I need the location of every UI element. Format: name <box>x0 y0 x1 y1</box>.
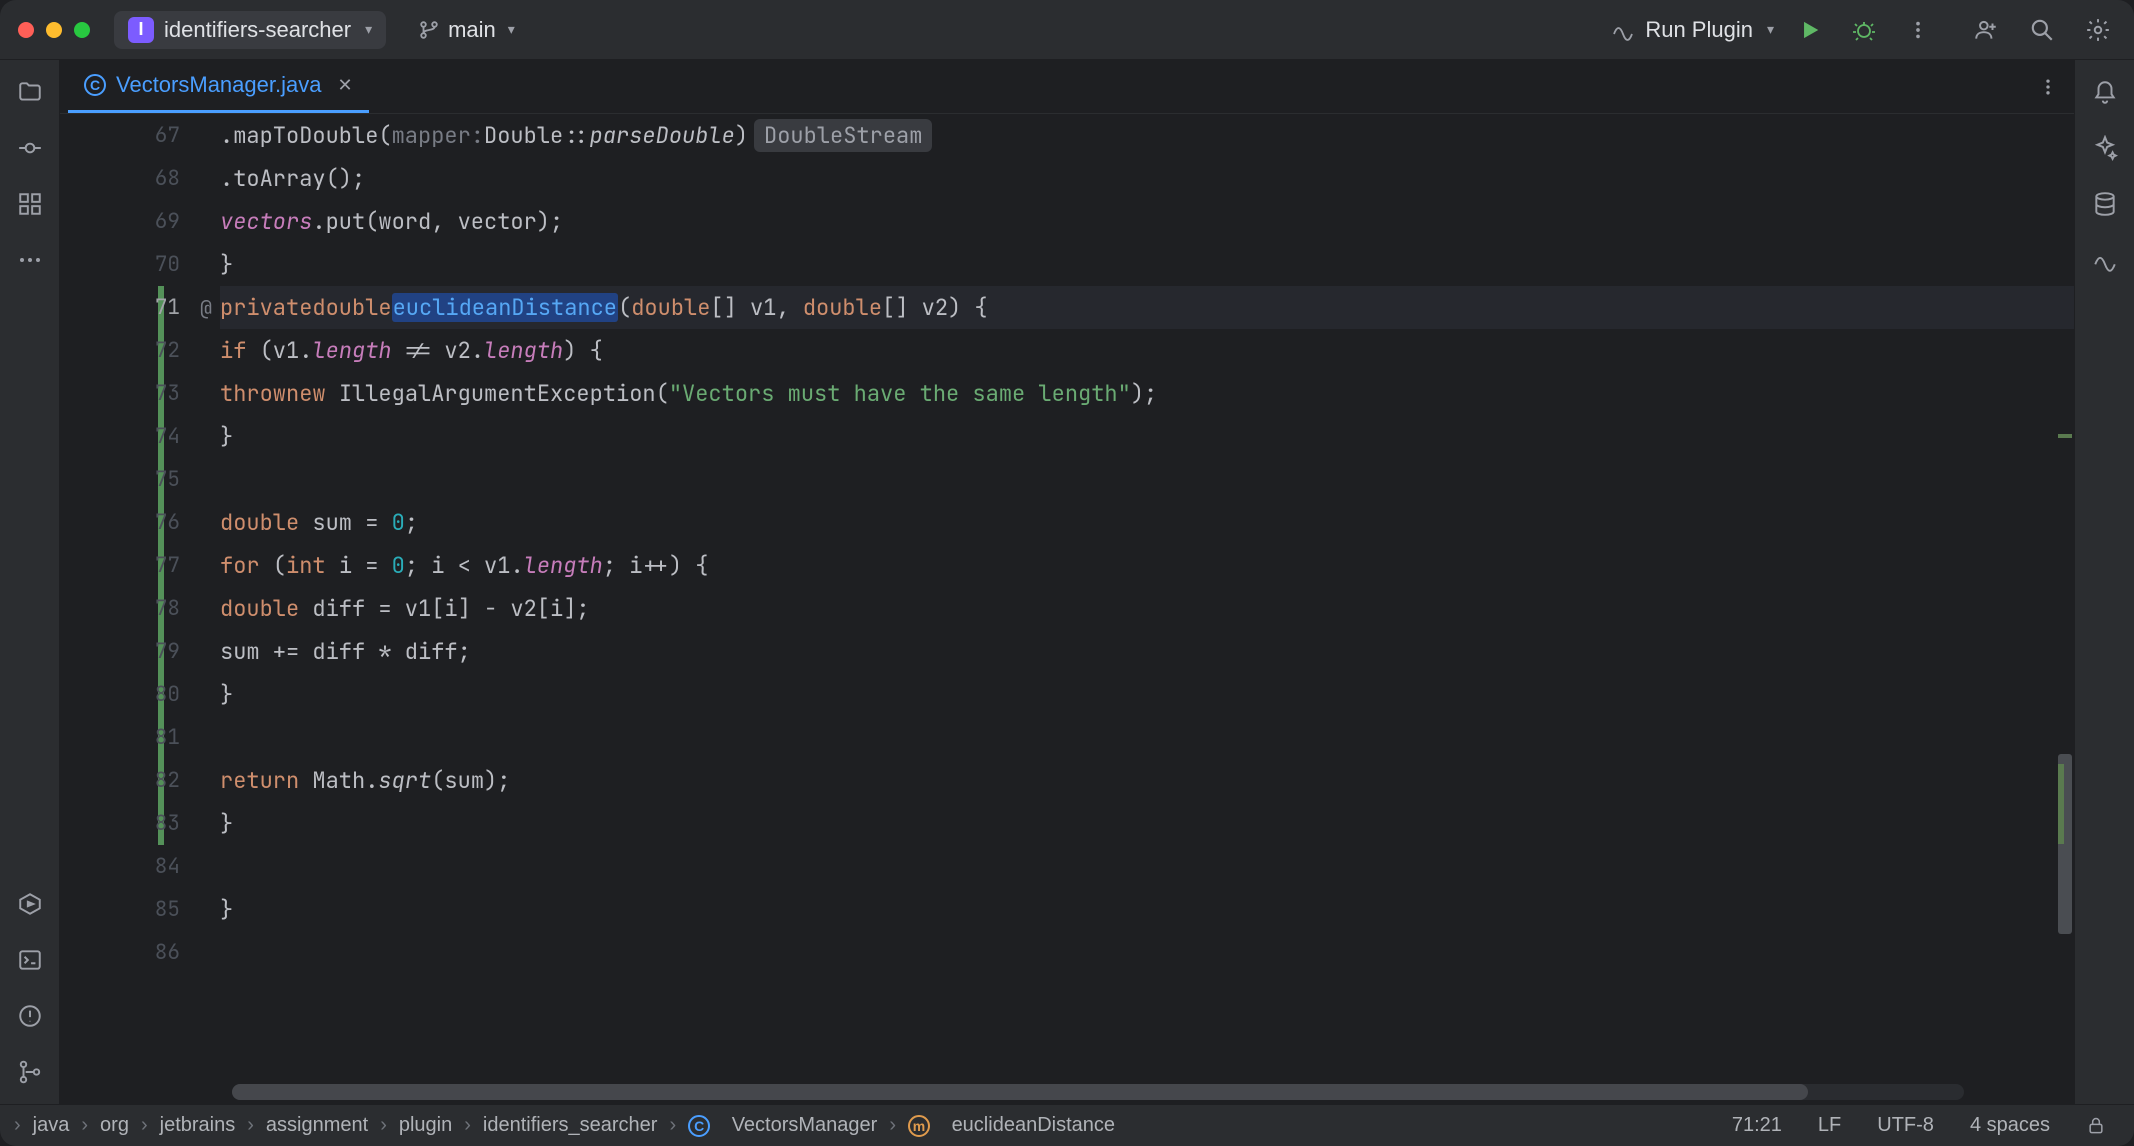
structure-tool-button[interactable] <box>16 190 44 218</box>
maximize-window-button[interactable] <box>74 22 90 38</box>
minimize-window-button[interactable] <box>46 22 62 38</box>
project-selector[interactable]: I identifiers-searcher ▾ <box>114 11 386 49</box>
database-tool-button[interactable] <box>2091 190 2119 218</box>
breadcrumb-item[interactable]: C VectorsManager <box>684 1114 881 1137</box>
project-icon: I <box>128 17 154 43</box>
code-line: vectors.put(word, vector); <box>220 200 2074 243</box>
cursor-position[interactable]: 71:21 <box>1718 1114 1796 1137</box>
code-line: double sum = 0; <box>220 501 2074 544</box>
code-with-me-button[interactable] <box>1968 12 2004 48</box>
code-line: .toArray(); <box>220 157 2074 200</box>
code-line: } <box>220 673 2074 716</box>
chevron-right-icon: › <box>669 1114 676 1137</box>
services-tool-button[interactable] <box>16 890 44 918</box>
code-line: } <box>220 802 2074 845</box>
breadcrumb-item[interactable]: m euclideanDistance <box>904 1114 1119 1137</box>
code-line: .mapToDouble( mapper: Double::parseDoubl… <box>220 114 2074 157</box>
window-controls <box>18 22 90 38</box>
code-line <box>220 458 2074 501</box>
notifications-button[interactable] <box>2091 78 2119 106</box>
chevron-right-icon: › <box>247 1114 254 1137</box>
titlebar: I identifiers-searcher ▾ main ▾ Run Plug… <box>0 0 2134 60</box>
editor-gutter[interactable]: 67 68 69 70 71@ 72 73 74 75 76 77 78 79 … <box>60 114 220 1104</box>
code-line: } <box>220 415 2074 458</box>
readonly-toggle[interactable] <box>2072 1116 2120 1136</box>
breadcrumb-item[interactable]: jetbrains <box>156 1114 240 1137</box>
chevron-right-icon: › <box>81 1114 88 1137</box>
close-tab-button[interactable]: ✕ <box>337 75 352 96</box>
breadcrumb-item[interactable]: identifiers_searcher <box>479 1114 662 1137</box>
code-line <box>220 845 2074 888</box>
code-area[interactable]: .mapToDouble( mapper: Double::parseDoubl… <box>220 114 2074 1104</box>
commit-tool-button[interactable] <box>16 134 44 162</box>
chevron-down-icon: ▾ <box>1767 21 1774 38</box>
problems-tool-button[interactable] <box>16 1002 44 1030</box>
git-branch-selector[interactable]: main ▾ <box>418 17 515 43</box>
chevron-down-icon: ▾ <box>365 21 372 38</box>
code-line <box>220 716 2074 759</box>
vertical-scrollbar[interactable] <box>2056 114 2074 1104</box>
code-line: double diff = v1[i] - v2[i]; <box>220 587 2074 630</box>
editor-tabbar: C VectorsManager.java ✕ <box>60 60 2074 114</box>
close-window-button[interactable] <box>18 22 34 38</box>
settings-button[interactable] <box>2080 12 2116 48</box>
more-actions-button[interactable] <box>1900 12 1936 48</box>
debug-button[interactable] <box>1846 12 1882 48</box>
line-separator[interactable]: LF <box>1804 1114 1855 1137</box>
code-line: } <box>220 888 2074 931</box>
plugin-tool-button[interactable] <box>2091 246 2119 274</box>
horizontal-scrollbar[interactable] <box>232 1084 1964 1100</box>
breadcrumb-item[interactable]: plugin <box>395 1114 456 1137</box>
breadcrumb-item[interactable]: assignment <box>262 1114 372 1137</box>
tab-filename: VectorsManager.java <box>116 72 321 98</box>
chevron-right-icon: › <box>380 1114 387 1137</box>
chevron-right-icon: › <box>889 1114 896 1137</box>
ai-assistant-button[interactable] <box>2091 134 2119 162</box>
terminal-tool-button[interactable] <box>16 946 44 974</box>
run-button[interactable] <box>1792 12 1828 48</box>
code-line-active: private double euclideanDistance(double[… <box>220 286 2074 329</box>
run-config-selector[interactable]: Run Plugin ▾ <box>1611 17 1774 43</box>
search-button[interactable] <box>2024 12 2060 48</box>
code-line <box>220 931 2074 974</box>
chevron-down-icon: ▾ <box>508 21 515 38</box>
code-editor[interactable]: 67 68 69 70 71@ 72 73 74 75 76 77 78 79 … <box>60 114 2074 1104</box>
indent-settings[interactable]: 4 spaces <box>1956 1114 2064 1137</box>
chevron-right-icon: › <box>14 1114 21 1137</box>
branch-icon <box>418 19 440 41</box>
more-tools-button[interactable] <box>16 246 44 274</box>
code-line: sum += diff * diff; <box>220 630 2074 673</box>
statusbar: › java › org › jetbrains › assignment › … <box>0 1104 2134 1146</box>
file-encoding[interactable]: UTF-8 <box>1863 1114 1948 1137</box>
chevron-right-icon: › <box>464 1114 471 1137</box>
breadcrumb-item[interactable]: org <box>96 1114 133 1137</box>
method-icon: m <box>908 1115 930 1137</box>
plugin-icon <box>1611 18 1635 42</box>
type-hint-inlay: DoubleStream <box>754 119 932 152</box>
chevron-right-icon: › <box>141 1114 148 1137</box>
code-line: throw new IllegalArgumentException("Vect… <box>220 372 2074 415</box>
left-tool-rail <box>0 60 60 1104</box>
code-line: for (int i = 0; i < v1.length; i++) { <box>220 544 2074 587</box>
project-tool-button[interactable] <box>16 78 44 106</box>
override-gutter-icon[interactable]: @ <box>200 295 212 321</box>
editor-tab[interactable]: C VectorsManager.java ✕ <box>68 60 369 113</box>
tab-options-button[interactable] <box>2038 77 2058 97</box>
project-name: identifiers-searcher <box>164 17 351 43</box>
code-line: } <box>220 243 2074 286</box>
code-line: if (v1.length != v2.length) { <box>220 329 2074 372</box>
breadcrumb-item[interactable]: java <box>29 1114 74 1137</box>
code-line: return Math.sqrt(sum); <box>220 759 2074 802</box>
class-icon: C <box>688 1115 710 1137</box>
branch-name: main <box>448 17 496 43</box>
run-config-name: Run Plugin <box>1645 17 1753 43</box>
vcs-tool-button[interactable] <box>16 1058 44 1086</box>
java-class-icon: C <box>84 74 106 96</box>
right-tool-rail <box>2074 60 2134 1104</box>
